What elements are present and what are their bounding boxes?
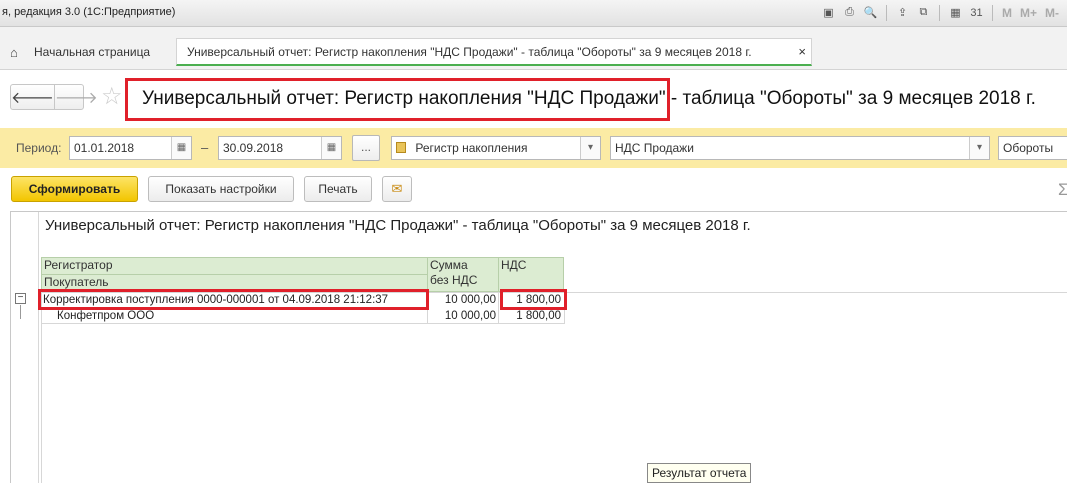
toolbar-divider — [885, 4, 887, 21]
date-from-value: 01.01.2018 — [74, 141, 135, 155]
table-type-select[interactable]: Обороты — [998, 136, 1067, 160]
tab-report-label: Универсальный отчет: Регистр накопления … — [187, 44, 752, 59]
sum-sigma-icon[interactable]: Σ — [1058, 180, 1067, 200]
column-header-sum: Сумма без НДС — [427, 257, 499, 292]
forward-arrow-icon[interactable]: 🡒 — [53, 85, 98, 109]
preview-icon[interactable]: 🔍 — [862, 4, 879, 21]
tab-bar: ⌂ Начальная страница Универсальный отчет… — [0, 27, 1067, 70]
calculator-icon[interactable]: ▦ — [947, 4, 964, 21]
save-icon[interactable]: ▣ — [820, 4, 837, 21]
window-title: я, редакция 3.0 (1С:Предприятие) — [2, 6, 176, 18]
report-title: Универсальный отчет: Регистр накопления … — [45, 217, 751, 234]
memory-minus-button[interactable]: M- — [1043, 4, 1061, 21]
calendar-picker-icon[interactable]: ▦ — [321, 137, 341, 159]
table-row-sum[interactable]: 10 000,00 — [427, 293, 499, 307]
tree-connector — [20, 305, 21, 319]
row-divider — [41, 323, 564, 324]
date-to-field[interactable]: 30.09.2018 ▦ — [218, 136, 342, 160]
toolbar-divider — [938, 4, 940, 21]
memory-plus-button[interactable]: M+ — [1018, 4, 1039, 21]
date-to-value: 30.09.2018 — [223, 141, 284, 155]
report-params-panel: Период: 01.01.2018 ▦ – 30.09.2018 ▦ ... … — [0, 128, 1067, 168]
collapse-group-icon[interactable]: − — [15, 293, 26, 304]
upload-icon[interactable]: ⇪ — [894, 4, 911, 21]
period-select-button[interactable]: ... — [352, 135, 380, 161]
generate-button[interactable]: Сформировать — [11, 176, 138, 202]
register-icon — [396, 142, 406, 153]
envelope-icon: ✉ — [391, 181, 403, 196]
title-highlight-box — [125, 78, 670, 121]
calendar-picker-icon[interactable]: ▦ — [171, 137, 191, 159]
source-type-value: Регистр накопления — [415, 141, 528, 155]
period-dash: – — [201, 140, 209, 155]
column-header-vat: НДС — [498, 257, 564, 292]
print-button[interactable]: Печать — [304, 176, 372, 202]
home-icon: ⌂ — [10, 45, 18, 60]
favorite-star-icon[interactable]: ☆ — [101, 82, 123, 111]
report-document[interactable]: Универсальный отчет: Регистр накопления … — [10, 211, 1067, 483]
period-label: Период: — [16, 141, 62, 155]
tab-home[interactable]: ⌂ Начальная страница — [10, 38, 150, 66]
source-name-value: НДС Продажи — [615, 141, 694, 155]
column-divider — [498, 292, 499, 324]
dropdown-arrow-icon[interactable]: ▾ — [969, 137, 989, 159]
source-type-select[interactable]: Регистр накопления ▾ — [391, 136, 601, 160]
memory-m-button[interactable]: M — [1000, 4, 1014, 21]
column-header-registrar: Регистратор — [41, 257, 428, 275]
toolbar-divider — [991, 4, 993, 21]
show-settings-button[interactable]: Показать настройки — [148, 176, 294, 202]
window-titlebar: я, редакция 3.0 (1С:Предприятие) ▣ ⎙ 🔍 ⇪… — [0, 0, 1067, 27]
table-type-value: Обороты — [1003, 141, 1054, 155]
tab-home-label: Начальная страница — [34, 45, 151, 59]
back-arrow-icon[interactable]: 🡐 — [11, 85, 54, 109]
tab-report[interactable]: Универсальный отчет: Регистр накопления … — [176, 38, 812, 66]
column-header-sum-line2: без НДС — [430, 273, 478, 287]
copy-icon[interactable]: ⧉ — [915, 4, 932, 21]
navigation-buttons: 🡐 🡒 — [10, 84, 98, 110]
date-from-field[interactable]: 01.01.2018 ▦ — [69, 136, 192, 160]
print-icon[interactable]: ⎙ — [841, 4, 858, 21]
calendar-icon[interactable]: 31 — [968, 4, 985, 21]
report-result-tooltip: Результат отчета — [647, 463, 752, 483]
table-row-vat[interactable]: 1 800,00 — [498, 309, 564, 323]
column-divider — [41, 292, 42, 483]
table-row-buyer[interactable]: Конфетпром ООО — [57, 309, 427, 323]
vat-highlight-box — [500, 289, 567, 310]
titlebar-toolbar: ▣ ⎙ 🔍 ⇪ ⧉ ▦ 31 M M+ M- — [820, 4, 1061, 21]
email-button[interactable]: ✉ — [382, 176, 412, 202]
source-name-select[interactable]: НДС Продажи ▾ — [610, 136, 990, 160]
registrar-highlight-box — [38, 289, 429, 310]
report-gutter — [11, 212, 39, 483]
column-header-sum-line1: Сумма — [430, 258, 468, 272]
table-row-sum[interactable]: 10 000,00 — [427, 309, 499, 323]
dropdown-arrow-icon[interactable]: ▾ — [580, 137, 600, 159]
close-tab-icon[interactable]: × — [798, 44, 806, 59]
